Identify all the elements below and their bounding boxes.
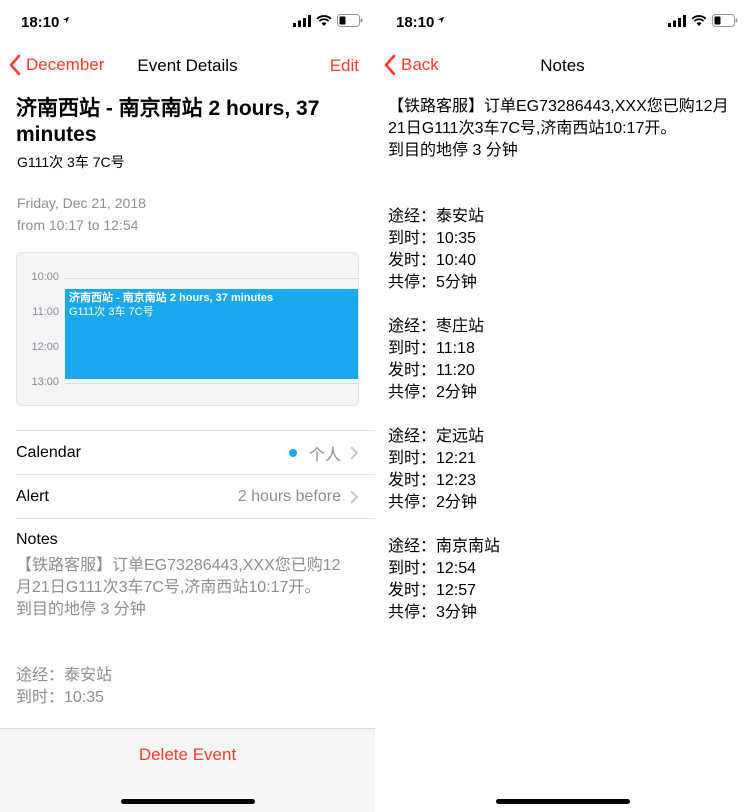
calendar-row-label: Calendar bbox=[16, 443, 81, 461]
notes-label: Notes bbox=[16, 531, 58, 548]
delete-event-button[interactable]: Delete Event bbox=[0, 745, 375, 765]
event-time-range: from 10:17 to 12:54 bbox=[17, 217, 139, 233]
chevron-right-icon bbox=[350, 489, 359, 504]
event-title: 济南西站 - 南京南站 2 hours, 37 minutes bbox=[16, 97, 320, 146]
battery-icon bbox=[337, 14, 363, 27]
calendar-event-subtitle: G111次 3车 7C号 bbox=[69, 306, 154, 318]
nav-bar: Back Notes bbox=[375, 44, 750, 88]
calendar-row[interactable]: Calendar 个人 bbox=[16, 430, 375, 474]
signal-icon bbox=[668, 15, 686, 27]
notes-preview-text: 【铁路客服】订单EG73286443,XXX您已购12月21日G111次3车7C… bbox=[16, 557, 341, 706]
event-details-screen: 18:10 December Event Details Edit 济南西站 -… bbox=[0, 0, 375, 812]
hour-line bbox=[65, 278, 358, 279]
status-bar: 18:10 bbox=[375, 0, 750, 44]
page-title: Event Details bbox=[137, 56, 238, 75]
hour-label: 13:00 bbox=[31, 376, 59, 388]
bottom-toolbar: Delete Event bbox=[0, 728, 375, 812]
calendar-preview[interactable]: 10:00 11:00 12:00 13:00 济南西站 - 南京南站 2 ho… bbox=[16, 252, 359, 406]
hour-label: 11:00 bbox=[32, 306, 59, 318]
notes-screen: 18:10 Back Notes 【铁路客服】订单EG73286443,XXX您… bbox=[375, 0, 750, 812]
wifi-icon bbox=[691, 15, 707, 26]
notes-full-text[interactable]: 【铁路客服】订单EG73286443,XXX您已购12月21日G111次3车7C… bbox=[388, 96, 743, 624]
nav-bar: December Event Details Edit bbox=[0, 44, 375, 88]
alert-row-value: 2 hours before bbox=[237, 487, 341, 505]
status-time: 18:10 bbox=[396, 14, 435, 31]
location-arrow-icon bbox=[437, 16, 445, 24]
alert-row[interactable]: Alert 2 hours before bbox=[16, 474, 375, 518]
calendar-name: 个人 bbox=[308, 446, 341, 464]
edit-button[interactable]: Edit bbox=[330, 56, 359, 76]
signal-icon bbox=[293, 15, 311, 27]
page-title: Notes bbox=[540, 56, 585, 75]
event-date: Friday, Dec 21, 2018 bbox=[17, 195, 146, 211]
calendar-row-value: 个人 bbox=[288, 441, 341, 465]
home-indicator[interactable] bbox=[121, 799, 255, 804]
location-arrow-icon bbox=[62, 16, 70, 24]
calendar-event-title: 济南西站 - 南京南站 2 hours, 37 minutes bbox=[69, 292, 274, 304]
wifi-icon bbox=[316, 15, 332, 26]
hour-label: 12:00 bbox=[31, 341, 59, 353]
home-indicator[interactable] bbox=[496, 799, 630, 804]
chevron-right-icon bbox=[350, 445, 359, 460]
calendar-event-block[interactable]: 济南西站 - 南京南站 2 hours, 37 minutes G111次 3车… bbox=[65, 289, 358, 379]
event-subtitle: G111次 3车 7C号 bbox=[17, 154, 125, 170]
battery-icon bbox=[712, 14, 738, 27]
status-time: 18:10 bbox=[21, 14, 60, 31]
alert-row-label: Alert bbox=[16, 487, 49, 505]
calendar-color-dot bbox=[288, 448, 297, 457]
event-date-block: Friday, Dec 21, 2018 from 10:17 to 12:54 bbox=[17, 192, 146, 236]
hour-label: 10:00 bbox=[31, 271, 59, 283]
hour-line bbox=[65, 383, 358, 384]
notes-section[interactable]: Notes 【铁路客服】订单EG73286443,XXX您已购12月21日G11… bbox=[16, 518, 375, 709]
status-bar: 18:10 bbox=[0, 0, 375, 44]
